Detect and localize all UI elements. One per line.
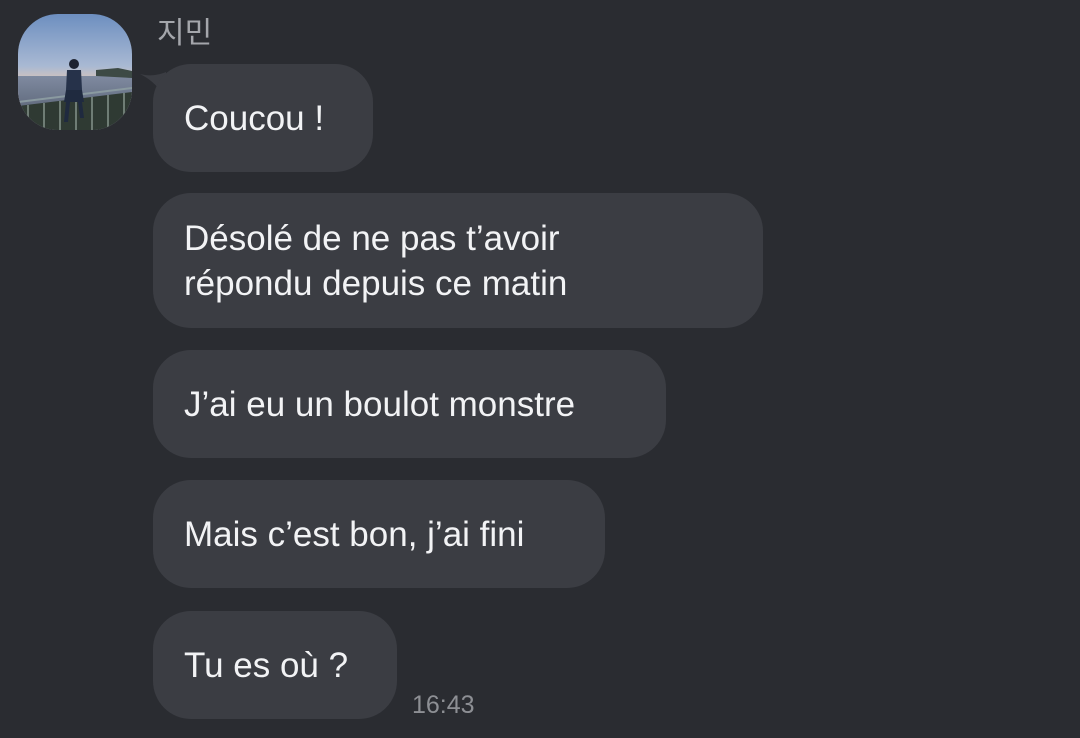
message-text: Désolé de ne pas t’avoir répondu depuis … <box>184 218 568 303</box>
avatar[interactable] <box>18 14 132 130</box>
sender-name: 지민 <box>157 16 213 51</box>
message-bubble[interactable]: J’ai eu un boulot monstre <box>153 350 666 458</box>
chat-thread: 지민 Coucou ! Désolé de ne pas t’avoir rép… <box>0 0 1080 738</box>
message-text: Mais c’est bon, j’ai fini <box>184 514 525 554</box>
message-bubble[interactable]: Tu es où ? <box>153 611 397 719</box>
message-text: Tu es où ? <box>184 645 349 685</box>
message-bubble[interactable]: Coucou ! <box>153 64 373 172</box>
message-timestamp: 16:43 <box>412 691 475 719</box>
message-bubble[interactable]: Mais c’est bon, j’ai fini <box>153 480 605 588</box>
message-bubble[interactable]: Désolé de ne pas t’avoir répondu depuis … <box>153 193 763 328</box>
message-text: J’ai eu un boulot monstre <box>184 384 576 424</box>
message-text: Coucou ! <box>184 98 325 138</box>
profile-photo <box>18 14 132 130</box>
